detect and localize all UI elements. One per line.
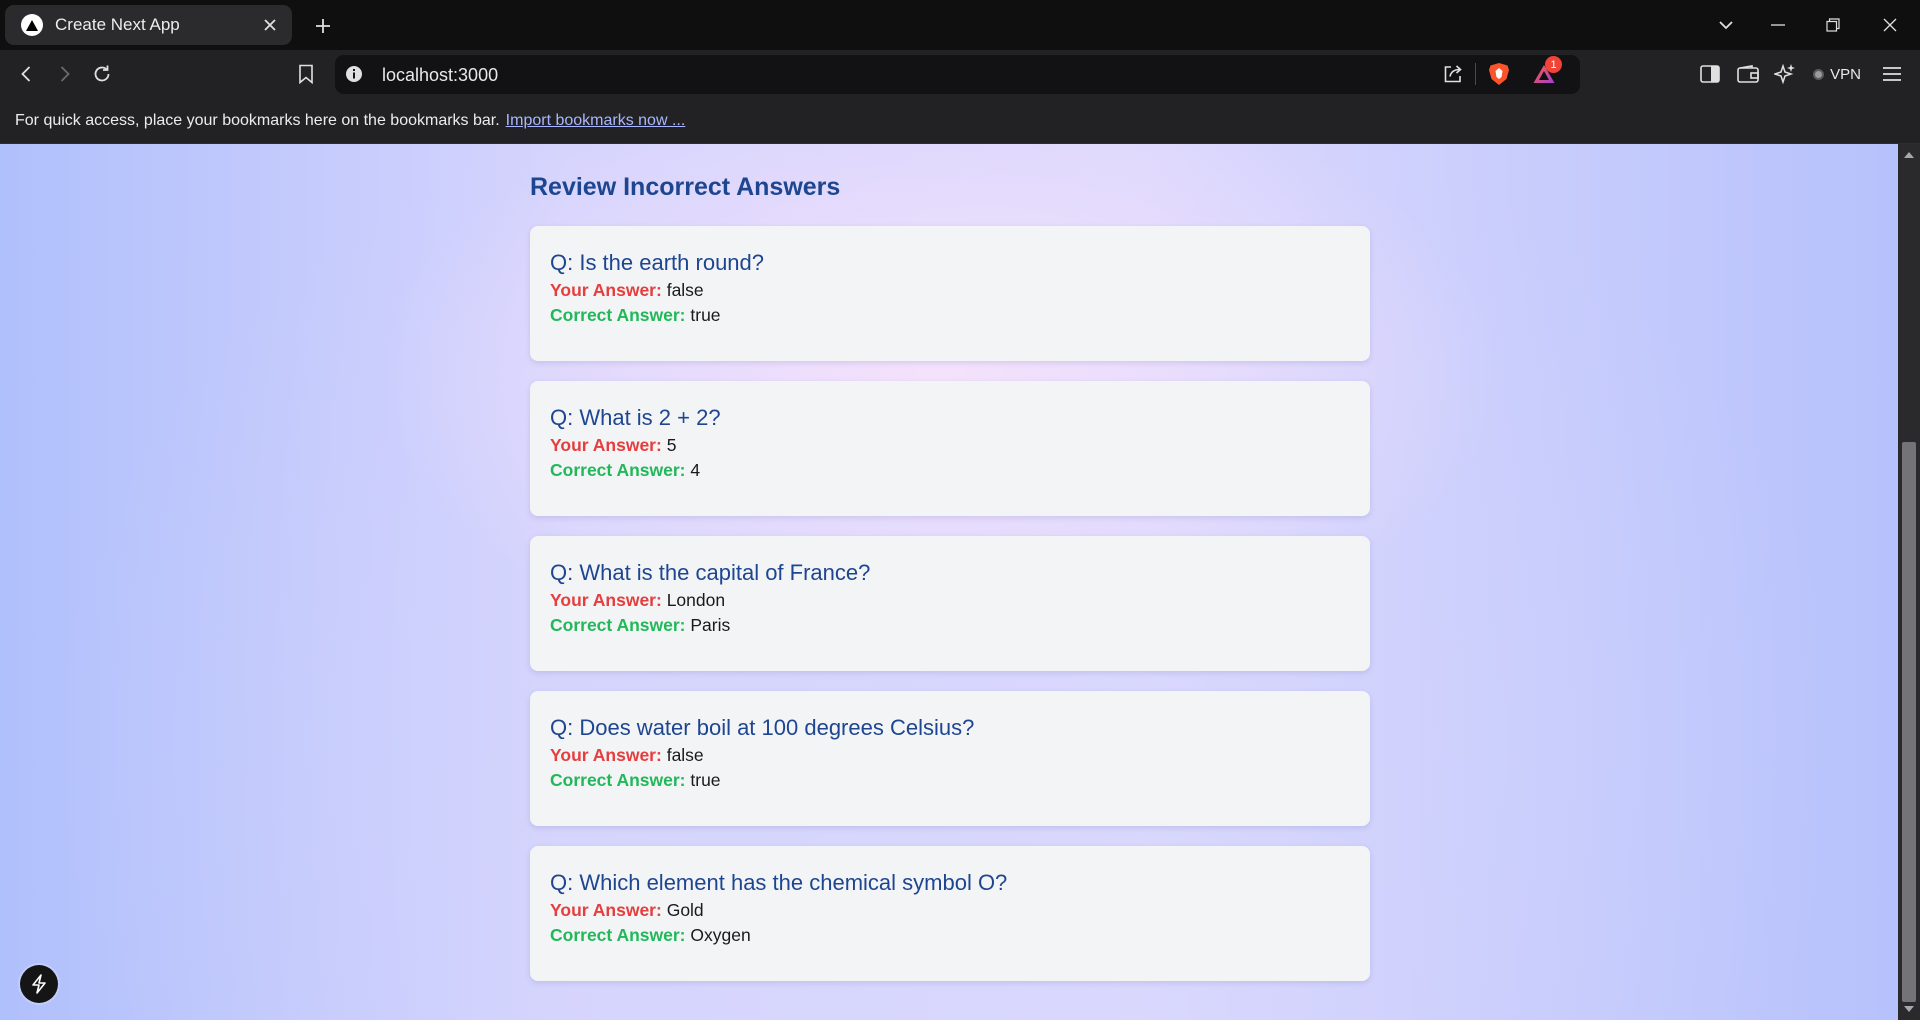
site-info-icon[interactable] [345,65,363,88]
browser-toolbar: localhost:3000 1 VPN [0,50,1920,98]
vpn-status-icon [1813,68,1825,80]
correct-answer-value: Paris [690,615,731,635]
correct-answer-label: Correct Answer: [550,615,686,635]
import-bookmarks-link[interactable]: Import bookmarks now ... [506,112,686,130]
your-answer-row: Your Answer: false [550,278,1350,303]
correct-answer-row: Correct Answer: Paris [550,613,1350,638]
vpn-label: VPN [1830,65,1861,83]
share-icon[interactable] [1443,64,1463,89]
review-card: Q: Which element has the chemical symbol… [530,846,1370,981]
question-text: Q: Which element has the chemical symbol… [550,870,1008,895]
your-answer-value: 5 [666,435,677,455]
correct-answer-label: Correct Answer: [550,925,686,945]
vpn-button[interactable]: VPN [1802,58,1872,90]
correct-answer-row: Correct Answer: true [550,303,1350,328]
correct-answer-row: Correct Answer: 4 [550,458,1350,483]
question-text: Q: Is the earth round? [550,250,765,275]
close-window-icon[interactable] [1877,12,1903,38]
review-card: Q: Is the earth round? Your Answer: fals… [530,226,1370,361]
correct-answer-label: Correct Answer: [550,305,686,325]
scrollbar-thumb[interactable] [1902,442,1916,1002]
close-icon[interactable] [260,15,280,35]
wallet-icon[interactable] [1735,61,1761,87]
menu-icon[interactable] [1879,61,1905,87]
your-answer-value: false [666,280,704,300]
your-answer-value: Gold [666,900,704,920]
forward-icon[interactable] [51,61,77,87]
scroll-up-arrow-icon[interactable] [1904,152,1914,158]
notification-badge: 1 [1545,56,1562,73]
bookmark-icon[interactable] [293,61,319,87]
review-card: Q: What is 2 + 2? Your Answer: 5 Correct… [530,381,1370,516]
minimize-icon[interactable] [1765,12,1791,38]
your-answer-row: Your Answer: London [550,588,1350,613]
sidebar-icon[interactable] [1697,61,1723,87]
correct-answer-value: 4 [690,460,701,480]
tab-title: Create Next App [55,15,180,34]
page-viewport: Review Incorrect Answers Q: Is the earth… [0,144,1898,1020]
correct-answer-value: true [690,770,721,790]
brave-shield-icon[interactable] [1488,62,1510,91]
address-bar[interactable]: localhost:3000 1 [335,55,1580,94]
your-answer-label: Your Answer: [550,435,662,455]
bookmarks-bar-message: For quick access, place your bookmarks h… [15,111,500,129]
your-answer-value: false [666,745,704,765]
review-card: Q: Does water boil at 100 degrees Celsiu… [530,691,1370,826]
bookmarks-bar: For quick access, place your bookmarks h… [0,98,1920,144]
browser-tab[interactable]: Create Next App [5,5,292,45]
question-text: Q: What is the capital of France? [550,560,871,585]
nextjs-triangle-icon [21,14,43,36]
restore-icon[interactable] [1820,12,1846,38]
correct-answer-label: Correct Answer: [550,460,686,480]
your-answer-label: Your Answer: [550,280,662,300]
scroll-down-arrow-icon[interactable] [1904,1006,1914,1012]
back-icon[interactable] [14,61,40,87]
question-text: Q: What is 2 + 2? [550,405,721,430]
your-answer-label: Your Answer: [550,590,662,610]
page-scrollbar[interactable] [1898,144,1920,1020]
url-text: localhost:3000 [382,65,499,85]
your-answer-value: London [666,590,726,610]
correct-answer-value: true [690,305,721,325]
correct-answer-value: Oxygen [690,925,751,945]
correct-answer-row: Correct Answer: true [550,768,1350,793]
correct-answer-row: Correct Answer: Oxygen [550,923,1350,948]
review-card: Q: What is the capital of France? Your A… [530,536,1370,671]
your-answer-row: Your Answer: 5 [550,433,1350,458]
your-answer-row: Your Answer: false [550,743,1350,768]
your-answer-label: Your Answer: [550,745,662,765]
question-text: Q: Does water boil at 100 degrees Celsiu… [550,715,975,740]
nextjs-dev-tools-icon[interactable] [20,965,58,1003]
leo-ai-icon[interactable] [1772,61,1798,87]
your-answer-label: Your Answer: [550,900,662,920]
chevron-down-icon[interactable] [1713,12,1739,38]
tab-strip: Create Next App [0,0,1920,50]
plus-icon[interactable] [310,13,336,39]
reload-icon[interactable] [89,61,115,87]
your-answer-row: Your Answer: Gold [550,898,1350,923]
review-title: Review Incorrect Answers [530,173,841,201]
omnibox-divider [1475,63,1476,85]
correct-answer-label: Correct Answer: [550,770,686,790]
